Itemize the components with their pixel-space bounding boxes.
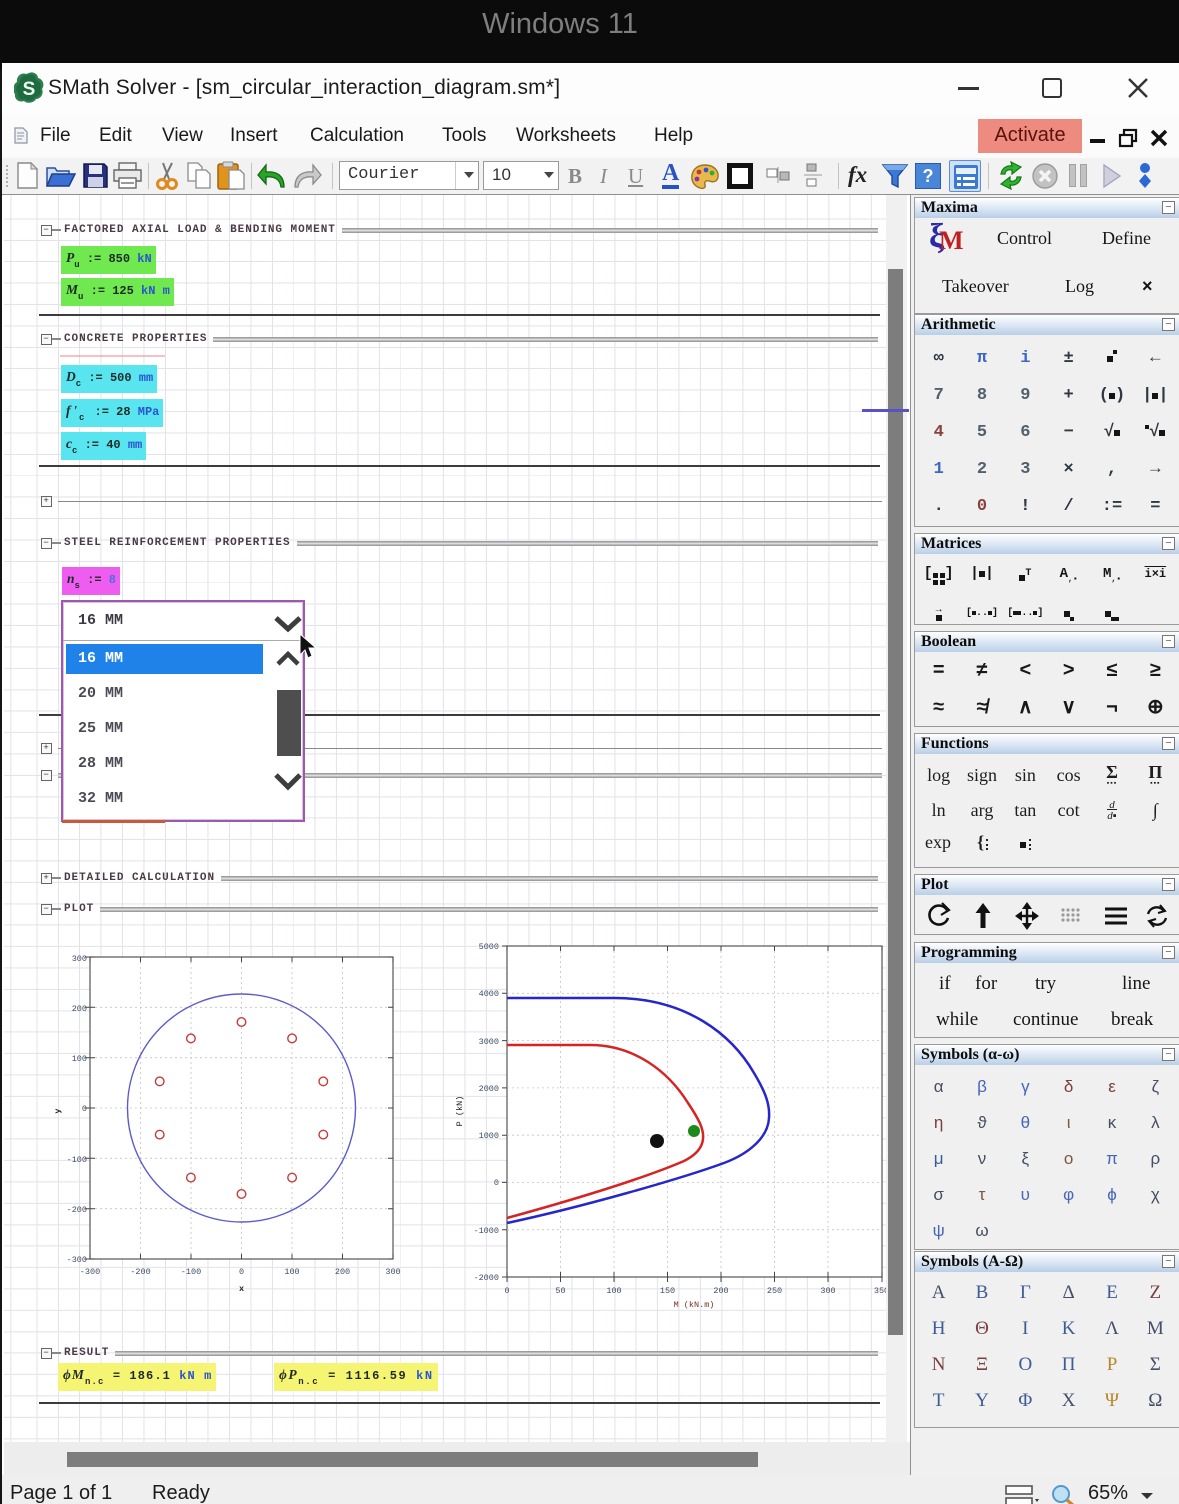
svg-text:200: 200 <box>713 1286 728 1296</box>
svg-text:S: S <box>23 79 36 100</box>
svg-text:P (kN): P (kN) <box>455 1096 465 1127</box>
svg-text:200: 200 <box>335 1267 350 1277</box>
svg-text:x: x <box>239 1284 244 1294</box>
svg-text:50: 50 <box>555 1286 565 1296</box>
svg-text:-300: -300 <box>80 1267 100 1277</box>
svg-text:100: 100 <box>284 1267 299 1277</box>
svg-text:100: 100 <box>606 1286 621 1296</box>
svg-text:3000: 3000 <box>479 1037 499 1047</box>
svg-text:-200: -200 <box>67 1205 87 1215</box>
svg-text:300: 300 <box>385 1267 400 1277</box>
svg-text:1000: 1000 <box>479 1131 499 1141</box>
svg-text:-1000: -1000 <box>473 1226 499 1236</box>
svg-text:0: 0 <box>239 1267 244 1277</box>
svg-text:300: 300 <box>820 1286 835 1296</box>
svg-text:4000: 4000 <box>479 989 499 999</box>
svg-text:0: 0 <box>504 1286 509 1296</box>
svg-text:-200: -200 <box>130 1267 150 1277</box>
svg-text:-2000: -2000 <box>473 1273 499 1283</box>
svg-text:300: 300 <box>72 954 87 964</box>
svg-text:100: 100 <box>72 1054 87 1064</box>
svg-text:y: y <box>53 1108 63 1113</box>
svg-text:0: 0 <box>494 1178 499 1188</box>
svg-text:5000: 5000 <box>479 942 499 952</box>
svg-text:-300: -300 <box>67 1255 87 1265</box>
svg-text:M (kN.m): M (kN.m) <box>674 1300 715 1310</box>
svg-text:0: 0 <box>82 1104 87 1114</box>
svg-text:150: 150 <box>660 1286 675 1296</box>
svg-text:2000: 2000 <box>479 1084 499 1094</box>
svg-text:250: 250 <box>767 1286 782 1296</box>
svg-text:-100: -100 <box>181 1267 201 1277</box>
svg-text:350: 350 <box>874 1286 886 1296</box>
svg-text:200: 200 <box>72 1004 87 1014</box>
svg-text:-100: -100 <box>67 1155 87 1165</box>
